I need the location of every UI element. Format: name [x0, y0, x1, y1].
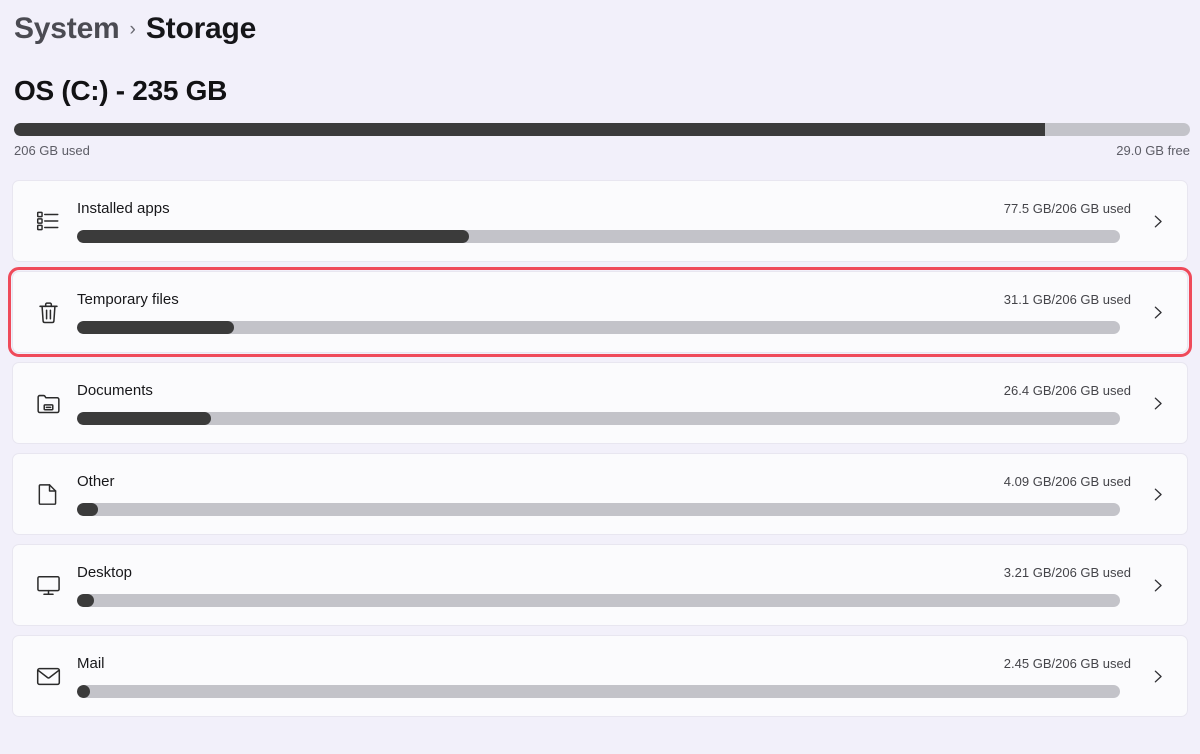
- chevron-right-icon[interactable]: [1141, 395, 1173, 412]
- storage-category-row[interactable]: Temporary files 31.1 GB/206 GB used: [8, 267, 1192, 357]
- storage-category-bar-fill: [77, 412, 211, 425]
- storage-category-usage-text: 4.09 GB/206 GB used: [1003, 474, 1131, 489]
- storage-category-bar-fill: [77, 503, 98, 516]
- breadcrumb: System › Storage: [12, 0, 1188, 58]
- drive-used-label: 206 GB used: [14, 143, 90, 158]
- storage-category-bar: [77, 594, 1120, 607]
- breadcrumb-link-system[interactable]: System: [14, 12, 120, 46]
- storage-category-body: Installed apps 77.5 GB/206 GB used: [77, 199, 1141, 243]
- chevron-right-icon[interactable]: [1141, 486, 1173, 503]
- breadcrumb-separator-icon: ›: [129, 19, 136, 40]
- monitor-icon: [35, 572, 77, 599]
- storage-category-body: Mail 2.45 GB/206 GB used: [77, 654, 1141, 698]
- storage-category-usage-text: 77.5 GB/206 GB used: [1003, 201, 1131, 216]
- storage-category-body: Temporary files 31.1 GB/206 GB used: [77, 290, 1141, 334]
- storage-category-list: Installed apps 77.5 GB/206 GB used Tempora…: [8, 180, 1192, 717]
- storage-category-usage-text: 31.1 GB/206 GB used: [1003, 292, 1131, 307]
- storage-category-bar-fill: [77, 594, 94, 607]
- storage-category-topline: Desktop 3.21 GB/206 GB used: [77, 563, 1135, 585]
- storage-category-topline: Installed apps 77.5 GB/206 GB used: [77, 199, 1135, 221]
- storage-category-row[interactable]: Installed apps 77.5 GB/206 GB used: [12, 180, 1188, 262]
- storage-category-body: Documents 26.4 GB/206 GB used: [77, 381, 1141, 425]
- chevron-right-icon[interactable]: [1141, 668, 1173, 685]
- storage-category-bar: [77, 321, 1120, 334]
- storage-category-label: Temporary files: [77, 291, 179, 308]
- storage-category-label: Other: [77, 473, 115, 490]
- storage-category-topline: Temporary files 31.1 GB/206 GB used: [77, 290, 1135, 312]
- storage-category-row[interactable]: Mail 2.45 GB/206 GB used: [12, 635, 1188, 717]
- storage-category-body: Desktop 3.21 GB/206 GB used: [77, 563, 1141, 607]
- storage-category-row[interactable]: Documents 26.4 GB/206 GB used: [12, 362, 1188, 444]
- storage-category-topline: Documents 26.4 GB/206 GB used: [77, 381, 1135, 403]
- documents-folder-icon: [35, 390, 77, 417]
- chevron-right-icon[interactable]: [1141, 577, 1173, 594]
- storage-settings-page: System › Storage OS (C:) - 235 GB 206 GB…: [0, 0, 1200, 754]
- storage-category-row[interactable]: Other 4.09 GB/206 GB used: [12, 453, 1188, 535]
- drive-free-label: 29.0 GB free: [1116, 143, 1190, 158]
- storage-category-bar: [77, 230, 1120, 243]
- drive-usage-legend: 206 GB used 29.0 GB free: [14, 143, 1190, 158]
- storage-category-topline: Mail 2.45 GB/206 GB used: [77, 654, 1135, 676]
- chevron-right-icon[interactable]: [1141, 213, 1173, 230]
- page-icon: [35, 481, 77, 507]
- storage-category-label: Installed apps: [77, 200, 170, 217]
- storage-category-label: Mail: [77, 655, 105, 672]
- storage-category-label: Desktop: [77, 564, 133, 581]
- storage-category-usage-text: 2.45 GB/206 GB used: [1003, 656, 1131, 671]
- drive-usage-bar-fill: [14, 123, 1046, 136]
- storage-category-bar: [77, 412, 1120, 425]
- storage-category-usage-text: 3.21 GB/206 GB used: [1003, 565, 1131, 580]
- storage-category-row[interactable]: Desktop 3.21 GB/206 GB used: [12, 544, 1188, 626]
- storage-category-body: Other 4.09 GB/206 GB used: [77, 472, 1141, 516]
- envelope-icon: [35, 663, 77, 690]
- storage-category-bar-fill: [77, 685, 90, 698]
- storage-category-bar-fill: [77, 230, 470, 243]
- drive-title: OS (C:) - 235 GB: [14, 75, 228, 106]
- storage-category-bar-fill: [77, 321, 235, 334]
- storage-category-bar: [77, 503, 1120, 516]
- app-list-icon: [35, 208, 77, 234]
- storage-category-label: Documents: [77, 382, 153, 399]
- storage-category-usage-text: 26.4 GB/206 GB used: [1003, 383, 1131, 398]
- storage-category-bar: [77, 685, 1120, 698]
- storage-category-topline: Other 4.09 GB/206 GB used: [77, 472, 1135, 494]
- drive-usage-bar: [14, 123, 1190, 136]
- trash-icon: [35, 299, 77, 326]
- page-title: Storage: [145, 12, 257, 45]
- chevron-right-icon[interactable]: [1141, 304, 1173, 321]
- drive-summary: OS (C:) - 235 GB 206 GB used 29.0 GB fre…: [12, 58, 1190, 158]
